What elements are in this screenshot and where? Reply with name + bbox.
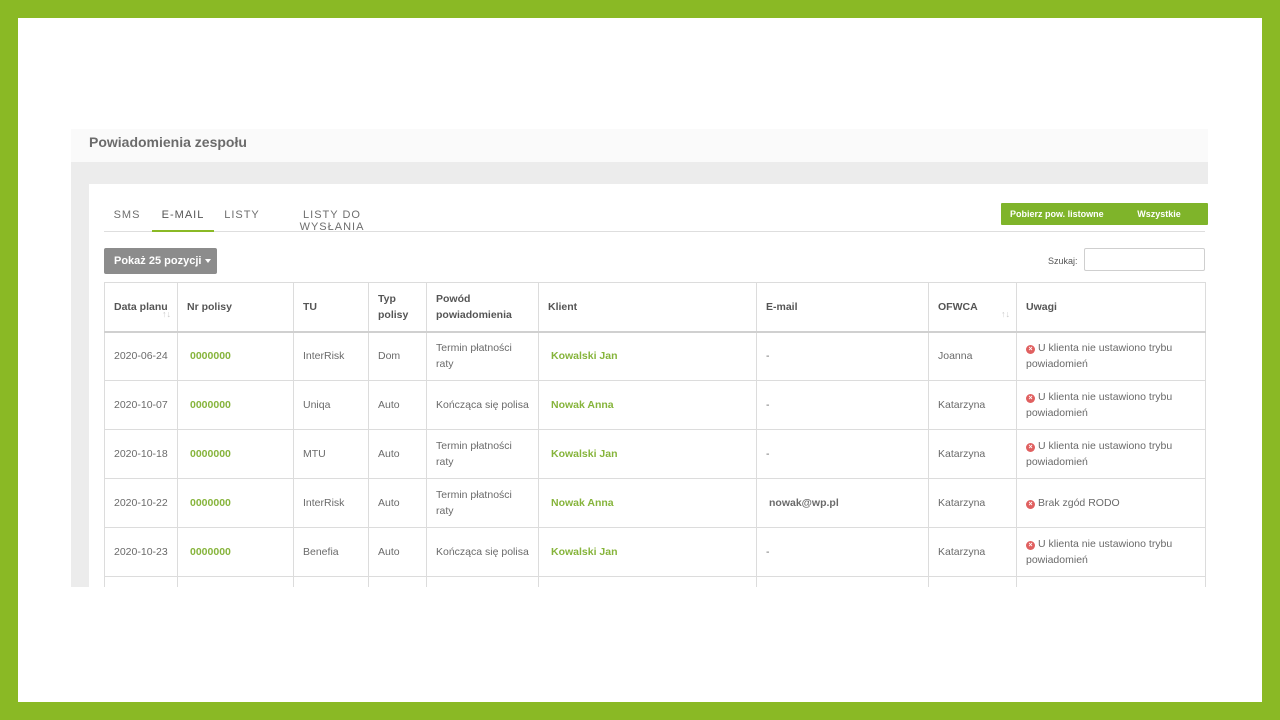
error-circle-icon: × (1026, 345, 1035, 355)
cell-date: 2020-10-18 (104, 429, 178, 479)
cell-ofwca: Katarzyna (928, 527, 1017, 577)
cell-email: - (756, 527, 929, 577)
policy-link[interactable]: 0000000 (177, 429, 294, 479)
cell-reason: Termin płatności raty (426, 429, 539, 479)
caret-down-icon (205, 259, 212, 264)
column-header-policy[interactable]: Nr polisy (177, 282, 294, 332)
tab-letters[interactable]: LISTY (218, 198, 266, 232)
client-link[interactable]: Kowalski Jan (538, 331, 757, 381)
cell-tu: MTU (293, 429, 369, 479)
search-input[interactable] (1084, 248, 1205, 271)
column-header-email[interactable]: E-mail (756, 282, 929, 332)
show-entries-label: Pokaż 25 pozycji (114, 255, 202, 267)
cell-tu: InterRisk (293, 331, 369, 381)
cell-email: - (756, 429, 929, 479)
client-link[interactable]: Kowalski Jan (538, 527, 757, 577)
cell-ofwca: Joanna (928, 331, 1017, 381)
policy-link[interactable]: 0000000 (177, 527, 294, 577)
cell-type: Auto (368, 478, 427, 528)
policy-link[interactable]: 0000000 (177, 478, 294, 528)
table-row: 2020-10-07 0000000 Uniqa Auto Kończąca s… (104, 380, 1206, 430)
table-row: 2020-10-22 0000000 InterRisk Auto Termin… (104, 478, 1206, 528)
table-row: 2020-10-23 0000000 Benefia Auto Kończąca… (104, 527, 1206, 577)
cell-tu: Benefia (293, 527, 369, 577)
cell-date: 2020-10-07 (104, 380, 178, 430)
cell-tu: Uniqa (293, 380, 369, 430)
panel-title: Powiadomienia zespołu (89, 134, 247, 150)
panel-header: Powiadomienia zespołu (71, 129, 1208, 162)
show-entries-dropdown[interactable]: Pokaż 25 pozycji (104, 248, 217, 274)
column-header-ofwca[interactable]: OFWCA ↑↓ (928, 282, 1017, 332)
column-header-notes[interactable]: Uwagi (1016, 282, 1206, 332)
table-row: 2020-10-18 0000000 MTU Auto Termin płatn… (104, 429, 1206, 479)
table-row (104, 576, 1206, 587)
note-text: Brak zgód RODO (1038, 497, 1120, 509)
cell-note: × U klienta nie ustawiono trybu powiadomi… (1016, 429, 1206, 479)
table-row: 2020-06-24 0000000 InterRisk Dom Termin … (104, 331, 1206, 381)
error-circle-icon: × (1026, 541, 1035, 550)
cell-email: - (756, 331, 929, 381)
client-link[interactable]: Nowak Anna (538, 380, 757, 430)
cell-ofwca: Katarzyna (928, 380, 1017, 430)
cell-date: 2020-10-23 (104, 527, 178, 577)
policy-link[interactable]: 0000000 (177, 380, 294, 430)
sort-arrows-icon[interactable]: ↑↓ (162, 306, 171, 322)
download-letters-button[interactable]: Pobierz pow. listowne (1001, 203, 1113, 225)
error-circle-icon: × (1026, 443, 1035, 452)
client-link[interactable]: Nowak Anna (538, 478, 757, 528)
email-link[interactable]: nowak@wp.pl (756, 478, 929, 528)
sort-arrows-icon[interactable]: ↑↓ (1001, 306, 1010, 322)
note-text: U klienta nie ustawiono trybu powiadomie… (1026, 391, 1173, 419)
notifications-table: Data planu ↑↓ Nr polisy TU Typ polisy Pow… (104, 282, 1206, 587)
cell-date: 2020-10-22 (104, 478, 178, 528)
tab-sms[interactable]: SMS (104, 198, 150, 232)
cell-date: 2020-06-24 (104, 331, 178, 381)
cell-reason: Kończąca się polisa (426, 527, 539, 577)
client-link[interactable]: Kowalski Jan (538, 429, 757, 479)
column-header-reason[interactable]: Powód powiadomienia (426, 282, 539, 332)
column-header-date[interactable]: Data planu ↑↓ (104, 282, 178, 332)
cell-email: - (756, 380, 929, 430)
cell-type: Auto (368, 527, 427, 577)
cell-note: × U klienta nie ustawiono trybu powiadomi… (1016, 527, 1206, 577)
cell-type: Dom (368, 331, 427, 381)
cell-reason: Termin płatności raty (426, 478, 539, 528)
cell-note: × Brak zgód RODO (1016, 478, 1206, 528)
error-circle-icon: × (1026, 394, 1035, 403)
cell-reason: Termin płatności raty (426, 331, 539, 381)
table-header-row: Data planu ↑↓ Nr polisy TU Typ polisy Pow… (104, 282, 1206, 332)
tab-letters-to-send[interactable]: LISTY DO WYSŁANIA (270, 198, 394, 233)
policy-link[interactable]: 0000000 (177, 331, 294, 381)
search-label: Szukaj: (1048, 256, 1078, 266)
team-notifications-panel: Powiadomienia zespołu SMS E-MAIL LISTY L… (71, 129, 1208, 587)
page-frame: Powiadomienia zespołu SMS E-MAIL LISTY L… (18, 18, 1262, 702)
notifications-card: SMS E-MAIL LISTY LISTY DO WYSŁANIA Pobie… (89, 184, 1208, 587)
column-header-tu[interactable]: TU (293, 282, 369, 332)
cell-note: × U klienta nie ustawiono trybu powiadomi… (1016, 380, 1206, 430)
cell-ofwca: Katarzyna (928, 429, 1017, 479)
cell-type: Auto (368, 380, 427, 430)
error-circle-icon: × (1026, 500, 1035, 509)
note-text: U klienta nie ustawiono trybu powiadomie… (1026, 440, 1173, 468)
cell-ofwca: Katarzyna (928, 478, 1017, 528)
cell-type: Auto (368, 429, 427, 479)
column-header-type[interactable]: Typ polisy (368, 282, 427, 332)
all-sent-button[interactable]: Wszystkie wysłane (1110, 203, 1208, 241)
column-header-client[interactable]: Klient (538, 282, 757, 332)
tab-email[interactable]: E-MAIL (152, 198, 214, 232)
note-text: U klienta nie ustawiono trybu powiadomie… (1026, 538, 1173, 566)
note-text: U klienta nie ustawiono trybu powiadomie… (1026, 342, 1173, 371)
cell-tu: InterRisk (293, 478, 369, 528)
cell-reason: Kończąca się polisa (426, 380, 539, 430)
cell-note: × U klienta nie ustawiono trybu powiadomi… (1016, 331, 1206, 381)
